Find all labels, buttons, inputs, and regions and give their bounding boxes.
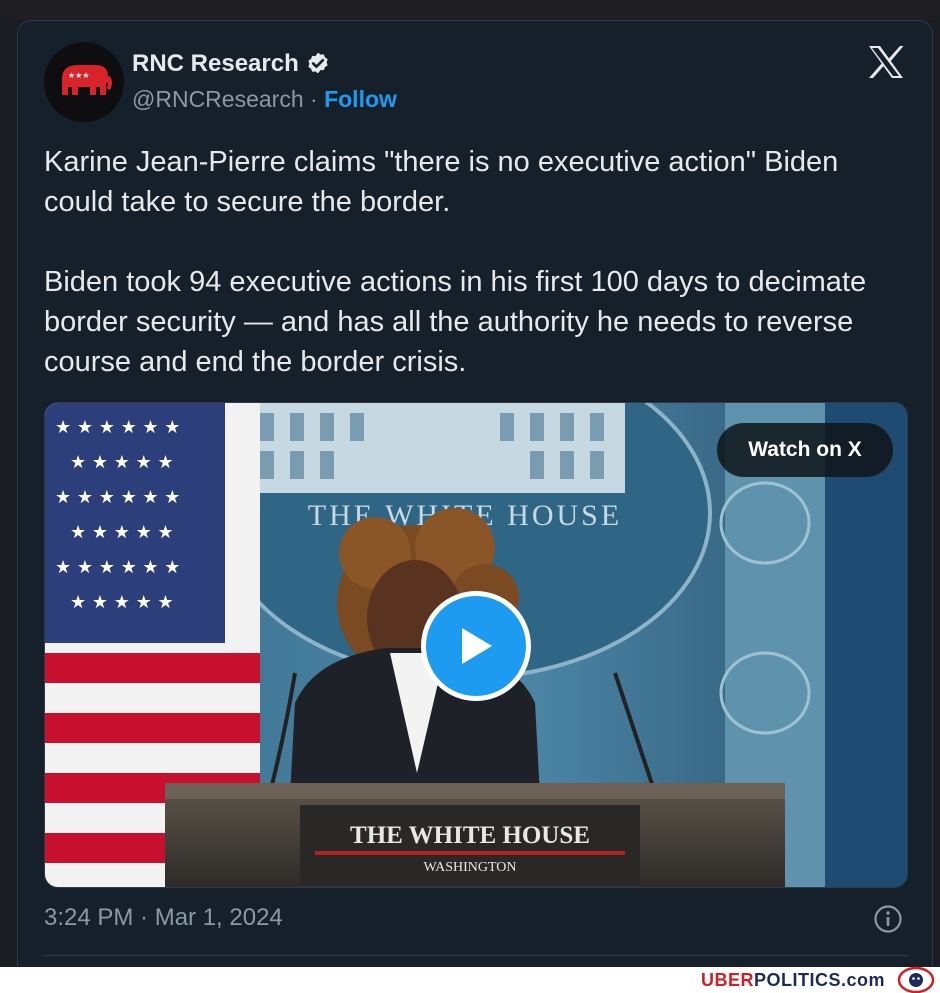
author-name-row[interactable]: RNC Research: [132, 50, 331, 78]
separator: ·: [310, 86, 318, 112]
author-name[interactable]: RNC Research: [132, 50, 299, 78]
avatar[interactable]: ★★★: [44, 42, 124, 122]
play-icon: [462, 628, 492, 664]
tweet-text: Karine Jean-Pierre claims "there is no e…: [44, 146, 867, 378]
follow-button[interactable]: Follow: [324, 86, 397, 112]
tweet-timestamp[interactable]: 3:24 PM · Mar 1, 2024: [44, 904, 283, 932]
brand-blue: POLITICS.com: [753, 970, 885, 990]
play-button[interactable]: [421, 591, 531, 701]
watch-on-x-button[interactable]: Watch on X: [717, 423, 893, 477]
info-icon[interactable]: [873, 904, 903, 934]
svg-text:★ ★ ★ ★ ★: ★ ★ ★ ★ ★: [70, 592, 174, 613]
top-strip: [0, 0, 940, 20]
svg-text:★ ★ ★ ★ ★: ★ ★ ★ ★ ★: [70, 522, 174, 543]
podium-subtitle: WASHINGTON: [423, 860, 516, 875]
svg-text:★ ★ ★ ★ ★ ★: ★ ★ ★ ★ ★ ★: [55, 557, 180, 578]
divider: [44, 955, 908, 956]
x-logo-icon[interactable]: [866, 44, 906, 80]
verified-badge-icon: [308, 52, 328, 74]
svg-text:★ ★ ★ ★ ★ ★: ★ ★ ★ ★ ★ ★: [55, 487, 180, 508]
brand-red: UBER: [700, 970, 754, 990]
podium-title: THE WHITE HOUSE: [350, 822, 590, 849]
watermark-logo-icon: [897, 966, 935, 993]
svg-text:★★★: ★★★: [68, 71, 90, 80]
handle[interactable]: @RNCResearch: [132, 86, 304, 112]
svg-text:★ ★ ★ ★ ★: ★ ★ ★ ★ ★: [70, 452, 174, 473]
site-watermark: UBERPOLITICS.com: [701, 968, 885, 992]
svg-text:★ ★ ★ ★ ★ ★: ★ ★ ★ ★ ★ ★: [55, 417, 180, 438]
handle-row: @RNCResearch · Follow: [132, 86, 397, 113]
republican-elephant-icon: ★★★: [62, 65, 112, 95]
